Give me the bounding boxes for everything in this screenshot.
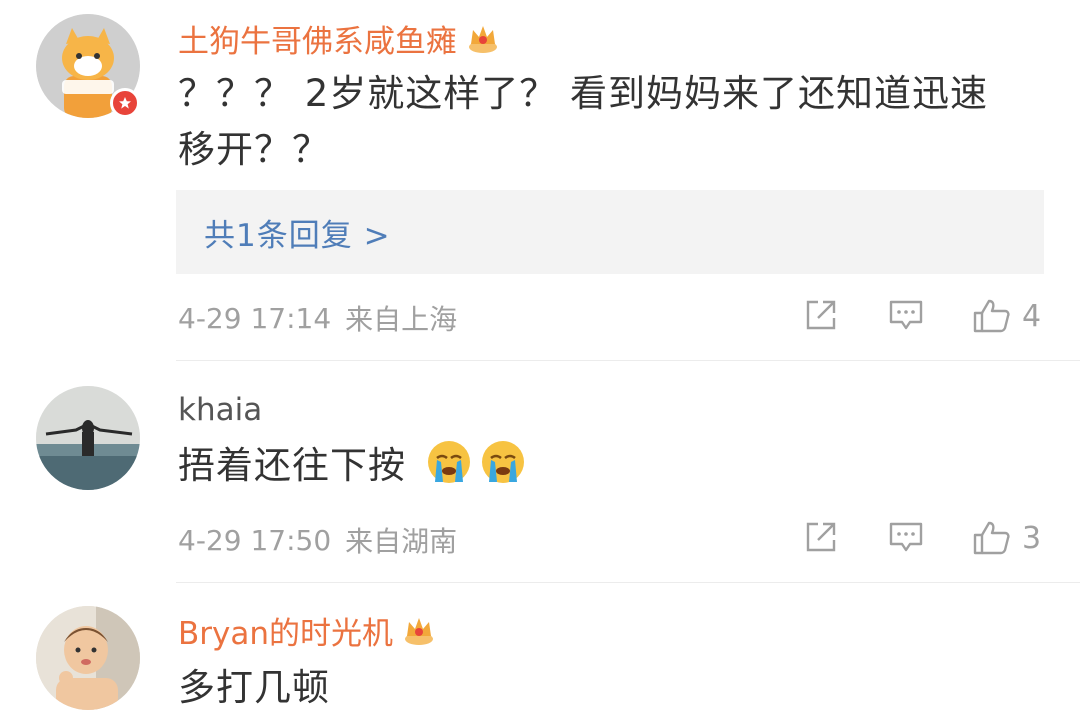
comment-text: 捂着还往下按 [178, 438, 1008, 494]
crying-emoji-icon [481, 441, 524, 483]
username-text[interactable]: 土狗牛哥佛系咸鱼瘫 [178, 16, 457, 61]
share-button[interactable] [804, 520, 838, 554]
username-text[interactable]: khaia [178, 392, 262, 428]
like-button[interactable]: 4 [972, 298, 1041, 334]
like-count: 3 [1022, 520, 1042, 556]
avatar[interactable] [36, 606, 140, 710]
crying-emoji-icon [427, 441, 470, 483]
verified-badge-icon [110, 88, 140, 118]
username[interactable]: 土狗牛哥佛系咸鱼瘫 [178, 16, 501, 61]
share-icon [806, 522, 836, 552]
replies-label[interactable]: 共1条回复 > [204, 210, 391, 255]
comment-text-content: 捂着还往下按 [178, 444, 406, 487]
like-button[interactable]: 3 [972, 520, 1041, 556]
replies-link[interactable]: 共1条回复 > [176, 190, 1044, 274]
comment-button[interactable] [888, 520, 924, 554]
crown-icon [469, 26, 497, 53]
action-bar: 4 [0, 298, 1080, 338]
comment-text: ？？？ 2岁就这样了？ 看到妈妈来了还知道迅速移开？？ [178, 72, 989, 171]
crown-icon [405, 618, 434, 645]
share-button[interactable] [804, 298, 838, 332]
like-icon [973, 299, 1010, 333]
divider [176, 582, 1080, 583]
like-icon [973, 521, 1010, 555]
child-photo-avatar-icon [36, 606, 140, 710]
share-icon [806, 300, 836, 330]
comment-button[interactable] [888, 298, 924, 332]
like-count: 4 [1022, 298, 1042, 334]
username-text[interactable]: Bryan的时光机 [178, 608, 393, 653]
avatar[interactable] [36, 386, 140, 490]
action-bar: 3 [0, 520, 1080, 560]
username[interactable]: khaia [178, 390, 262, 430]
divider [176, 360, 1080, 361]
username[interactable]: Bryan的时光机 [178, 608, 437, 653]
comment-icon [889, 300, 923, 330]
comment-icon [889, 522, 923, 552]
ocean-photo-avatar-icon [36, 386, 140, 490]
